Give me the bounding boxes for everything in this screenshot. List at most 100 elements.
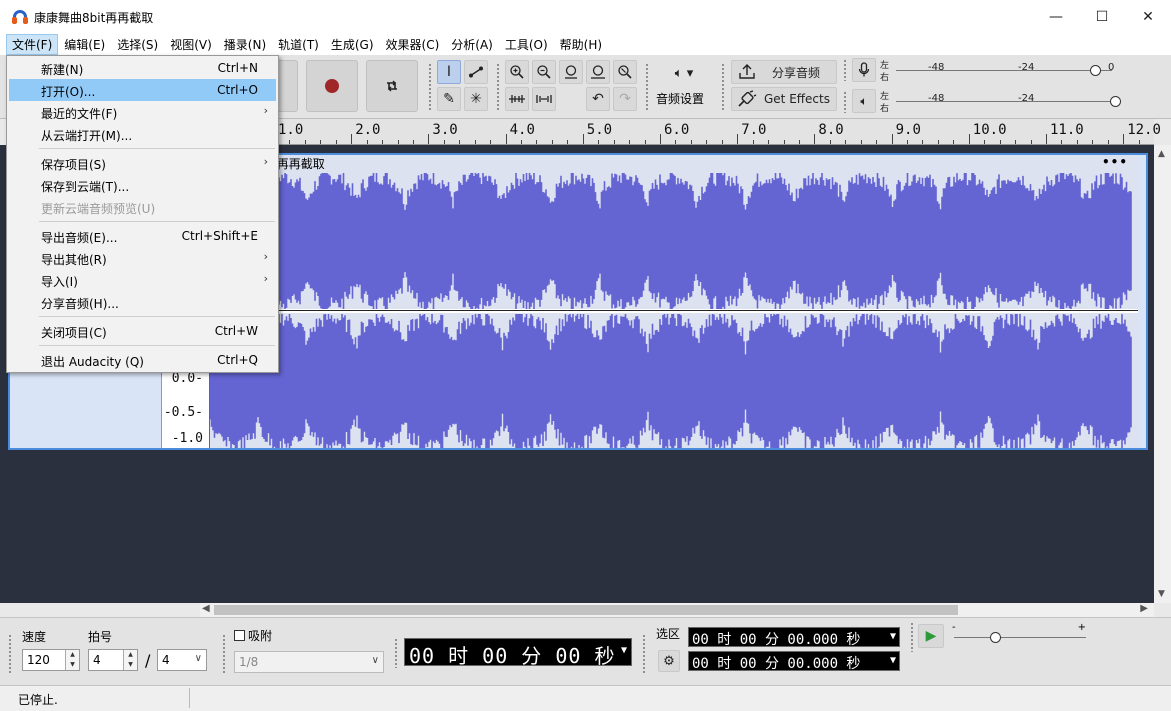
selection-end-time[interactable]: 00 时 00 分 00.000 秒 ▼ [688, 651, 900, 672]
menu-tracks[interactable]: 轨道(T) [272, 34, 325, 55]
time-signature-stepper[interactable]: ▲ ▼ [123, 650, 137, 670]
menu-item-import[interactable]: 导入(I) › [9, 269, 276, 291]
audio-setup-dropdown[interactable]: 🔈︎ ▾ [654, 61, 714, 85]
ruler-minor-tick [1061, 140, 1063, 144]
snap-checkbox[interactable]: 吸附 [234, 627, 272, 644]
menu-item-open-from-cloud[interactable]: 从云端打开(M)... [9, 123, 276, 145]
menu-item-open[interactable]: 打开(O)... Ctrl+O [9, 79, 276, 101]
minimize-button[interactable]: — [1033, 0, 1079, 34]
menu-item-recent-files[interactable]: 最近的文件(F) › [9, 101, 276, 123]
menu-select[interactable]: 选择(S) [111, 34, 164, 55]
close-button[interactable]: ✕ [1125, 0, 1171, 34]
record-meter[interactable]: 左 右 -48 -24 0 [878, 58, 1122, 83]
chevron-down-icon: ∨ [371, 655, 379, 666]
redo-icon[interactable]: ↷ [613, 87, 637, 111]
menu-effect[interactable]: 效果器(C) [380, 34, 446, 55]
scroll-right-icon[interactable]: ▶ [1140, 603, 1148, 614]
maximize-button[interactable]: ☐ [1079, 0, 1125, 34]
loop-button[interactable] [366, 60, 418, 112]
zoom-in-icon[interactable] [505, 60, 529, 84]
horizontal-scroll-thumb[interactable] [214, 605, 958, 615]
horizontal-scrollbar[interactable]: ◀ ▶ [200, 603, 1154, 617]
ruler-minor-tick [490, 140, 492, 144]
scroll-down-icon[interactable]: ▼ [1158, 589, 1165, 599]
toolbar-grip[interactable] [645, 63, 649, 111]
scroll-left-icon[interactable]: ◀ [202, 603, 210, 614]
toolbar-grip[interactable] [642, 634, 646, 674]
trim-icon[interactable] [505, 87, 529, 111]
playback-speaker-icon[interactable]: 🔈︎ [852, 89, 876, 113]
menu-item-save-to-cloud[interactable]: 保存到云端(T)... [9, 174, 276, 196]
chevron-down-icon[interactable]: ▼ [890, 655, 896, 666]
snap-label: 吸附 [248, 629, 273, 643]
menu-item-close-project[interactable]: 关闭项目(C) Ctrl+W [9, 320, 276, 342]
vertical-scrollbar[interactable]: ▲ ▼ [1154, 145, 1171, 603]
record-volume-slider[interactable] [1090, 65, 1101, 76]
menu-item-export-audio[interactable]: 导出音频(E)... Ctrl+Shift+E [9, 225, 276, 247]
playback-volume-slider[interactable] [1110, 96, 1121, 107]
timeline-ruler[interactable]: 1.0 2.0 3.0 4.0 5.0 6.0 7.0 8.0 9.0 10.0 11.0 12.0 [208, 119, 1161, 145]
menu-generate[interactable]: 生成(G) [325, 34, 380, 55]
tempo-stepper[interactable]: ▲ ▼ [65, 650, 79, 670]
menu-item-share-audio[interactable]: 分享音频(H)... [9, 291, 276, 313]
amplitude-label: 0.0- [171, 371, 203, 386]
playback-meter[interactable]: 左 右 -48 -24 [878, 89, 1122, 114]
zoom-toggle-icon[interactable] [613, 60, 637, 84]
menu-item-exit[interactable]: 退出 Audacity (Q) Ctrl+Q [9, 349, 276, 371]
toolbar-grip[interactable] [910, 622, 914, 652]
toolbar-grip[interactable] [394, 638, 398, 668]
time-display[interactable]: 00 时 00 分 00 秒 ▼ [404, 638, 632, 668]
play-at-speed-icon[interactable]: ▶ [918, 624, 944, 648]
ruler-minor-tick [1015, 140, 1017, 144]
draw-tool-icon[interactable]: ✎ [437, 87, 461, 111]
ruler-major-tick [968, 134, 970, 144]
selection-tool-icon[interactable]: I [437, 60, 461, 84]
tempo-value: 120 [27, 653, 50, 667]
audio-clip[interactable]: t再再截取 ••• [210, 155, 1138, 448]
menu-item-save-project[interactable]: 保存项目(S) › [9, 152, 276, 174]
toolbar-grip[interactable] [8, 634, 12, 674]
silence-icon[interactable] [532, 87, 556, 111]
clip-menu-icon[interactable]: ••• [1102, 155, 1128, 169]
tempo-input[interactable]: 120 ▲ ▼ [22, 649, 80, 671]
ruler-minor-tick [443, 140, 445, 144]
menu-help[interactable]: 帮助(H) [554, 34, 608, 55]
menu-item-export-other[interactable]: 导出其他(R) › [9, 247, 276, 269]
toolbar-grip[interactable] [843, 91, 847, 113]
toolbar-grip[interactable] [496, 63, 500, 111]
fit-project-icon[interactable] [586, 60, 610, 84]
envelope-tool-icon[interactable] [464, 60, 488, 84]
menu-file[interactable]: 文件(F) [6, 34, 59, 55]
menu-item-new[interactable]: 新建(N) Ctrl+N [9, 57, 276, 79]
scroll-up-icon[interactable]: ▲ [1158, 149, 1165, 159]
menu-transport[interactable]: 播录(N) [218, 34, 272, 55]
share-audio-button[interactable]: 分享音频 [731, 60, 837, 84]
zoom-out-icon[interactable] [532, 60, 556, 84]
toolbar-grip[interactable] [843, 59, 847, 81]
selection-start-time[interactable]: 00 时 00 分 00.000 秒 ▼ [688, 627, 900, 648]
microphone-icon[interactable] [852, 58, 876, 82]
multi-tool-icon[interactable]: ✳ [464, 87, 488, 111]
play-speed-slider[interactable]: - + [950, 622, 1090, 648]
clip-title-bar[interactable]: t再再截取 ••• [210, 155, 1138, 171]
speed-slider-knob[interactable] [990, 632, 1001, 643]
fit-selection-icon[interactable] [559, 60, 583, 84]
waveform[interactable] [210, 171, 1138, 448]
menu-view[interactable]: 视图(V) [164, 34, 218, 55]
get-effects-button[interactable]: Get Effects [731, 87, 837, 111]
chevron-down-icon[interactable]: ▼ [621, 645, 628, 656]
toolbar-grip[interactable] [222, 634, 226, 674]
time-signature-denominator[interactable]: 4 ∨ [157, 649, 207, 671]
time-signature-numerator[interactable]: 4 ▲ ▼ [88, 649, 138, 671]
menu-edit[interactable]: 编辑(E) [58, 34, 111, 55]
chevron-down-icon[interactable]: ▼ [890, 631, 896, 642]
toolbar-grip[interactable] [721, 63, 725, 111]
menu-item-label: 打开(O)... [41, 85, 96, 99]
toolbar-grip[interactable] [428, 63, 432, 111]
undo-icon[interactable]: ↶ [586, 87, 610, 111]
selection-settings-gear-icon[interactable]: ⚙ [658, 650, 680, 672]
menu-tools[interactable]: 工具(O) [499, 34, 554, 55]
snap-value-select[interactable]: 1/8 ∨ [234, 651, 384, 673]
record-button[interactable] [306, 60, 358, 112]
menu-analyze[interactable]: 分析(A) [445, 34, 499, 55]
